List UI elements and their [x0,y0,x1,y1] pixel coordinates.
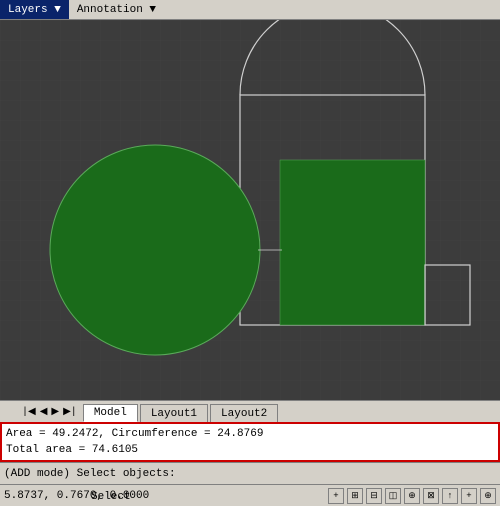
snap-btn[interactable]: + [328,488,344,504]
grid-btn[interactable]: ⊞ [347,488,363,504]
step-rect [425,265,470,325]
shapes-svg [0,20,500,400]
nav-prev[interactable]: ◀ [38,406,50,418]
tab-model[interactable]: Model [83,404,138,422]
command-line-2: Total area = 74.6105 [6,442,494,458]
green-rect [280,160,425,325]
polar-btn[interactable]: ◫ [385,488,401,504]
nav-last[interactable]: ▶| [61,406,79,418]
tab-layout1[interactable]: Layout1 [140,404,208,422]
tab-bar: |◀ ◀ ▶ ▶| Model Layout1 Layout2 [0,400,500,422]
drawing-canvas[interactable] [0,20,500,400]
nav-first[interactable]: |◀ [20,406,38,418]
menu-layers[interactable]: Layers ▼ [0,0,69,19]
mode-label: (ADD mode) Select objects: [4,468,176,480]
tab-layout2[interactable]: Layout2 [210,404,278,422]
green-circle [50,145,260,355]
select-label: Select [91,491,131,503]
command-line-1: Area = 49.2472, Circumference = 24.8769 [6,426,494,442]
tab-nav-arrows: |◀ ◀ ▶ ▶| [20,401,83,422]
status-bar: (ADD mode) Select objects: [0,462,500,484]
nav-next[interactable]: ▶ [49,406,61,418]
top-menubar: Layers ▼ Annotation ▼ [0,0,500,20]
arch-shape [240,20,425,95]
lweight-btn[interactable]: ⊕ [480,488,496,504]
menu-annotation[interactable]: Annotation ▼ [69,0,164,19]
ducs-btn[interactable]: ↑ [442,488,458,504]
osnap-btn[interactable]: ⊕ [404,488,420,504]
command-output-area: Area = 49.2472, Circumference = 24.8769 … [0,422,500,462]
ortho-btn[interactable]: ⊟ [366,488,382,504]
dyn-btn[interactable]: + [461,488,477,504]
coordinate-bar: 5.8737, 0.7670, 0.0000 + ⊞ ⊟ ◫ ⊕ ⊠ ↑ + ⊕… [0,484,500,506]
otrack-btn[interactable]: ⊠ [423,488,439,504]
